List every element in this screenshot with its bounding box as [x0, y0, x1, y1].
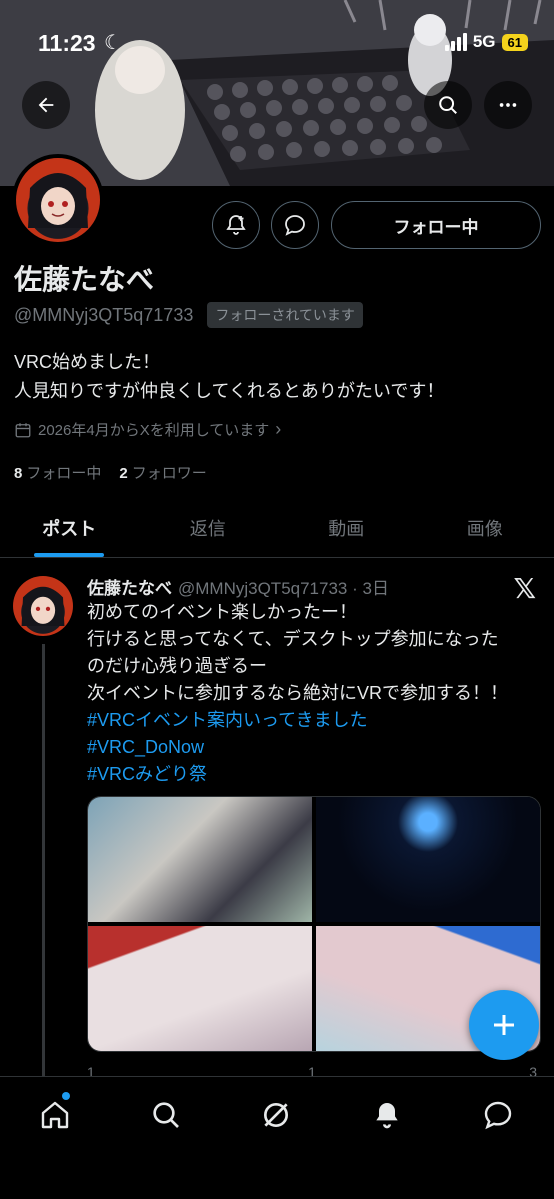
profile-banner[interactable]: 11:23 ☾ 5G 61	[0, 0, 554, 186]
tab-images[interactable]: 画像	[416, 498, 554, 557]
post-line: 次イベントに参加するなら絶対にVRで参加する！！	[87, 683, 509, 703]
bell-plus-icon	[226, 215, 246, 235]
avatar-image	[21, 586, 65, 626]
chevron-right-icon: ›	[275, 419, 282, 439]
thread-line	[42, 644, 45, 1084]
followers-count: 2	[119, 465, 128, 482]
calendar-icon	[15, 422, 31, 437]
post-header: 佐藤たなべ @MMNyj3QT5q71733 · 3日	[87, 574, 389, 599]
hashtag-link[interactable]: #VRCみどり祭	[87, 761, 542, 788]
post-line: 行けると思ってなくて、デスクトップ参加になった	[87, 629, 499, 649]
following-count: 8	[14, 465, 23, 482]
bio-line: VRC始めました！	[14, 352, 161, 372]
profile-handle: @MMNyj3QT5q71733	[14, 304, 194, 325]
more-button[interactable]	[484, 81, 532, 129]
message-button[interactable]	[271, 201, 319, 249]
status-indicators: 5G 61	[444, 32, 528, 52]
nav-search[interactable]	[146, 1095, 186, 1135]
plus-icon	[494, 1015, 514, 1035]
back-button[interactable]	[22, 81, 70, 129]
post-image[interactable]	[88, 926, 312, 1051]
search-icon	[439, 96, 457, 114]
hashtag-link[interactable]: #VRCイベント案内いってきました	[87, 707, 542, 734]
focus-moon-icon: ☾	[104, 32, 122, 54]
post-meta: @MMNyj3QT5q71733 · 3日	[178, 579, 389, 598]
network-type: 5G	[472, 32, 496, 51]
profile-tabs: ポスト 返信 動画 画像	[0, 498, 554, 558]
joined-date[interactable]: 2026年4月からXを利用しています ›	[14, 419, 281, 440]
battery-indicator: 61	[501, 33, 528, 51]
following-button[interactable]: フォロー中	[331, 201, 541, 249]
profile-avatar[interactable]	[12, 154, 104, 246]
tab-videos[interactable]: 動画	[277, 498, 416, 557]
post-text: 初めてのイベント楽しかったー！ 行けると思ってなくて、デスクトップ参加になった …	[87, 599, 542, 788]
notify-button[interactable]	[212, 201, 260, 249]
bio-line: 人見知りですが仲良くしてくれるとありがたいです！	[14, 381, 445, 401]
banner-image	[0, 0, 554, 186]
follows-you-badge: フォローされています	[207, 302, 363, 328]
hashtag-link[interactable]: #VRC_DoNow	[87, 734, 542, 761]
arrow-left-icon	[38, 97, 54, 113]
post-image[interactable]	[316, 797, 540, 922]
nav-messages[interactable]	[478, 1095, 518, 1135]
status-time: 11:23	[38, 30, 96, 56]
post-author[interactable]: 佐藤たなべ	[87, 574, 172, 599]
post-line: 初めてのイベント楽しかったー！	[87, 602, 357, 622]
tab-posts[interactable]: ポスト	[0, 498, 139, 557]
signal-icon	[444, 33, 467, 51]
followers-label: フォロワー	[131, 465, 207, 482]
search-button[interactable]	[424, 81, 472, 129]
profile-name: 佐藤たなべ	[14, 264, 155, 295]
joined-text: 2026年4月からXを利用しています	[38, 422, 270, 439]
message-bubble-icon	[484, 1101, 512, 1130]
following-label: フォロー中	[26, 465, 102, 482]
search-icon	[153, 1102, 179, 1128]
compose-button[interactable]	[469, 990, 539, 1060]
followers-count-link[interactable]: 2 フォロワー	[119, 462, 206, 483]
nav-notifications[interactable]	[367, 1095, 407, 1135]
bell-icon	[376, 1103, 398, 1129]
post-line: のだけ心残り過ぎるー	[87, 656, 267, 676]
grok-icon	[264, 1103, 288, 1127]
post-image[interactable]	[88, 797, 312, 922]
avatar-image	[28, 173, 88, 228]
bottom-nav	[0, 1076, 554, 1199]
home-icon	[41, 1101, 69, 1129]
post-avatar[interactable]	[13, 576, 73, 636]
profile-bio: VRC始めました！ 人見知りですが仲良くしてくれるとありがたいです！	[14, 348, 444, 406]
more-icon	[499, 103, 517, 107]
nav-grok[interactable]	[256, 1095, 296, 1135]
message-bubble-icon	[285, 215, 305, 236]
handle-row: @MMNyj3QT5q71733 フォローされています	[14, 302, 363, 328]
following-count-link[interactable]: 8 フォロー中	[14, 462, 101, 483]
nav-home[interactable]	[35, 1095, 75, 1135]
tab-replies[interactable]: 返信	[139, 498, 278, 557]
follow-counts: 8 フォロー中 2 フォロワー	[14, 462, 207, 483]
